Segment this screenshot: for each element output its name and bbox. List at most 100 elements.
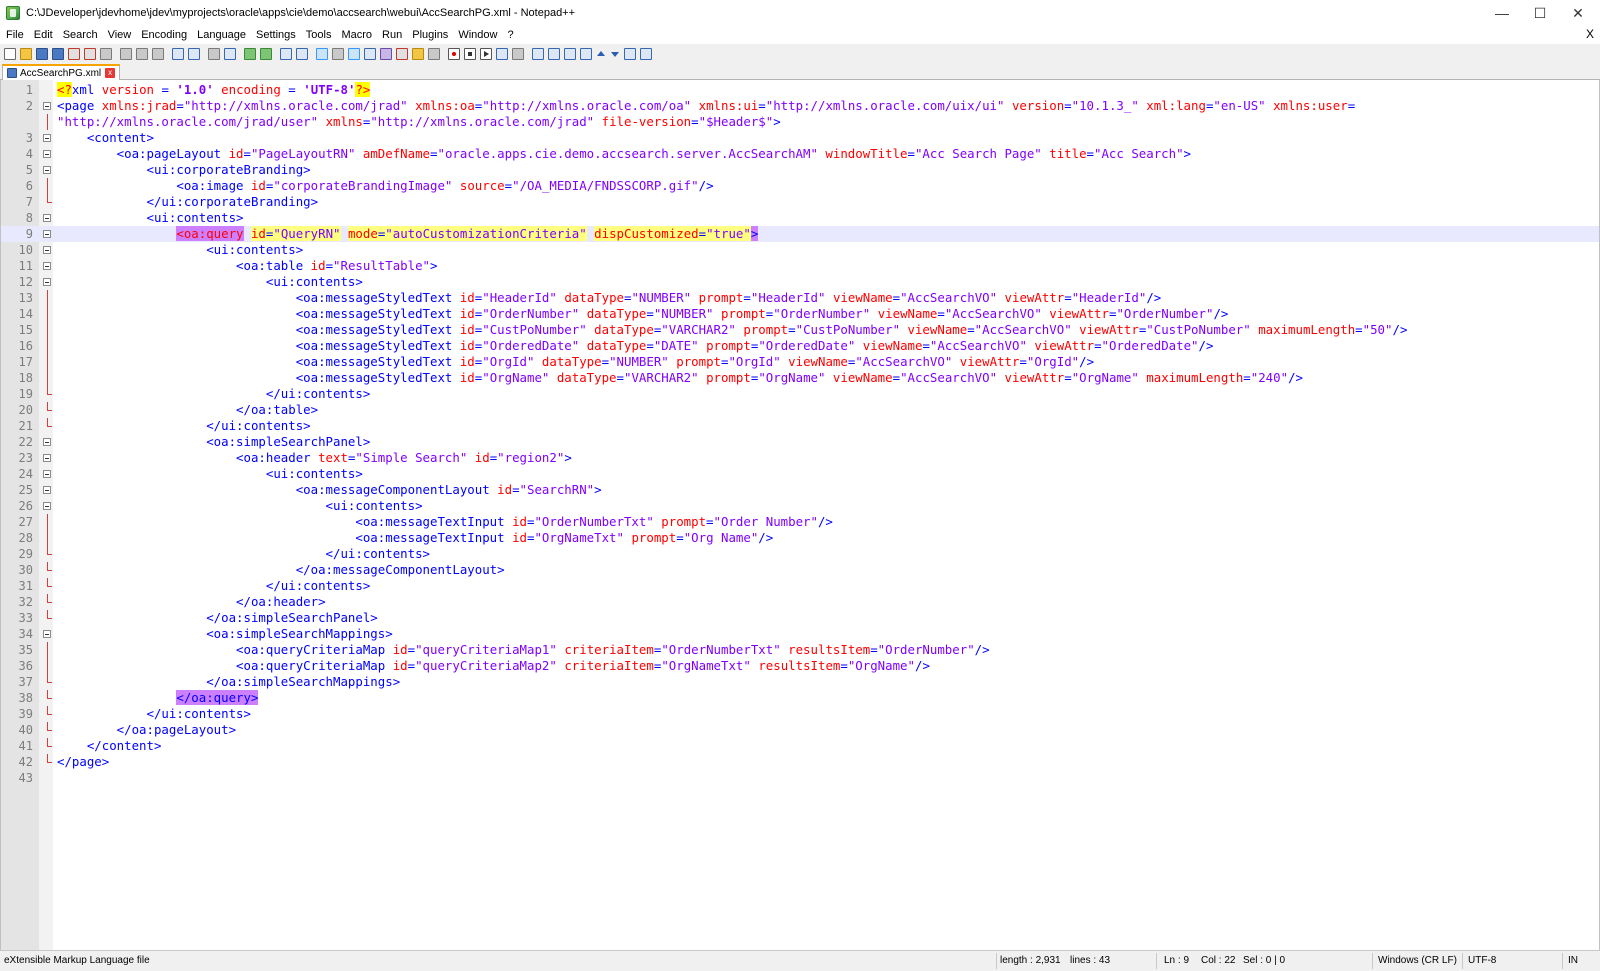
menu-file[interactable]: File	[0, 29, 29, 41]
indent-guide-icon[interactable]	[348, 48, 360, 60]
plugin-d-icon[interactable]	[580, 48, 592, 60]
plugin-f-icon[interactable]	[640, 48, 652, 60]
sync-horizontal-icon[interactable]	[296, 48, 308, 60]
zoom-out-icon[interactable]	[260, 48, 272, 60]
stop-record-icon[interactable]	[464, 48, 476, 60]
code-line[interactable]: 38 </oa:query>	[1, 690, 1599, 706]
menu-edit[interactable]: Edit	[29, 29, 58, 41]
fold-toggle-icon[interactable]	[43, 246, 51, 254]
code-line[interactable]: 6 <oa:image id = "corporateBrandingImage" …	[1, 178, 1599, 194]
code-line[interactable]: 13 <oa:messageStyledText id="HeaderId" d…	[1, 290, 1599, 306]
show-all-chars-icon[interactable]	[332, 48, 344, 60]
close-window-button[interactable]: ✕	[1555, 0, 1600, 26]
code-line[interactable]: 32 </oa:header>	[1, 594, 1599, 610]
code-line[interactable]: 22 <oa:simpleSearchPanel>	[1, 434, 1599, 450]
fold-toggle-icon[interactable]	[43, 262, 51, 270]
plugin-c-icon[interactable]	[564, 48, 576, 60]
code-line[interactable]: 27 <oa:messageTextInput id = "OrderNumberT…	[1, 514, 1599, 530]
paste-icon[interactable]	[152, 48, 164, 60]
udl-icon[interactable]	[364, 48, 376, 60]
fold-toggle-icon[interactable]	[43, 454, 51, 462]
arrow-up-icon[interactable]	[596, 48, 606, 60]
code-line[interactable]: 16 <oa:messageStyledText id="OrderedDate…	[1, 338, 1599, 354]
code-line[interactable]: 19 </ui:contents>	[1, 386, 1599, 402]
undo-icon[interactable]	[172, 48, 184, 60]
code-line[interactable]: 25 <oa:messageComponentLayout id="Search…	[1, 482, 1599, 498]
code-line[interactable]: 39 </ui:contents>	[1, 706, 1599, 722]
tab-close-icon[interactable]: x	[105, 68, 116, 78]
arrow-down-icon[interactable]	[610, 48, 620, 60]
code-line[interactable]: 41 </content>	[1, 738, 1599, 754]
code-line[interactable]: 36 <oa:queryCriteriaMap id="queryCriteri…	[1, 658, 1599, 674]
code-line[interactable]: 20 </oa:table>	[1, 402, 1599, 418]
plugin-a-icon[interactable]	[532, 48, 544, 60]
save-all-icon[interactable]	[52, 48, 64, 60]
code-line[interactable]: "http://xmlns.oracle.com/jrad/user" xmln…	[1, 114, 1599, 130]
code-line[interactable]: 43	[1, 770, 1599, 786]
fold-toggle-icon[interactable]	[43, 470, 51, 478]
code-line[interactable]: 42 </page>	[1, 754, 1599, 770]
copy-icon[interactable]	[136, 48, 148, 60]
code-line[interactable]: 5 <ui:corporateBranding>	[1, 162, 1599, 178]
code-line[interactable]: 11 <oa:table id="ResultTable">	[1, 258, 1599, 274]
code-line[interactable]: 3 <content>	[1, 130, 1599, 146]
replace-icon[interactable]	[224, 48, 236, 60]
plugin-e-icon[interactable]	[624, 48, 636, 60]
sync-vertical-icon[interactable]	[280, 48, 292, 60]
doc-map-icon[interactable]	[380, 48, 392, 60]
zoom-in-icon[interactable]	[244, 48, 256, 60]
new-icon[interactable]	[4, 48, 16, 60]
monitoring-icon[interactable]	[428, 48, 440, 60]
menu-run[interactable]: Run	[377, 29, 407, 41]
redo-icon[interactable]	[188, 48, 200, 60]
fold-toggle-icon[interactable]	[43, 486, 51, 494]
fold-toggle-icon[interactable]	[43, 278, 51, 286]
open-icon[interactable]	[20, 48, 32, 60]
word-wrap-icon[interactable]	[316, 48, 328, 60]
menu-plugins[interactable]: Plugins	[407, 29, 453, 41]
cut-icon[interactable]	[120, 48, 132, 60]
close-icon[interactable]	[68, 48, 80, 60]
close-all-icon[interactable]	[84, 48, 96, 60]
code-line[interactable]: 9 <oa:query id="QueryRN" mode="autoCusto…	[1, 226, 1599, 242]
record-macro-icon[interactable]	[448, 48, 460, 60]
code-line[interactable]: 18 <oa:messageStyledText id="OrgName" da…	[1, 370, 1599, 386]
code-line[interactable]: 17 <oa:messageStyledText id="OrgId" data…	[1, 354, 1599, 370]
menu-search[interactable]: Search	[58, 29, 103, 41]
fold-toggle-icon[interactable]	[43, 630, 51, 638]
menu-macro[interactable]: Macro	[336, 29, 377, 41]
code-line[interactable]: 24 <ui:contents>	[1, 466, 1599, 482]
find-icon[interactable]	[208, 48, 220, 60]
code-line[interactable]: 8 <ui:contents>	[1, 210, 1599, 226]
code-line[interactable]: 40 </oa:pageLayout>	[1, 722, 1599, 738]
code-line[interactable]: 12 <ui:contents>	[1, 274, 1599, 290]
fold-toggle-icon[interactable]	[43, 230, 51, 238]
code-line[interactable]: 2 <page xmlns:jrad="http://xmlns.oracle.c…	[1, 98, 1599, 114]
code-editor[interactable]: 1 <?xml version = '1.0' encoding = 'UTF-8…	[0, 80, 1600, 950]
menu-view[interactable]: View	[103, 29, 137, 41]
code-line[interactable]: 34 <oa:simpleSearchMappings>	[1, 626, 1599, 642]
code-line[interactable]: 31 </ui:contents>	[1, 578, 1599, 594]
menu-window[interactable]: Window	[453, 29, 502, 41]
close-document-button[interactable]: X	[1586, 27, 1594, 41]
code-line[interactable]: 33 </oa:simpleSearchPanel>	[1, 610, 1599, 626]
fold-toggle-icon[interactable]	[43, 502, 51, 510]
menu-encoding[interactable]: Encoding	[136, 29, 192, 41]
fold-toggle-icon[interactable]	[43, 150, 51, 158]
run-macro-multiple-icon[interactable]	[496, 48, 508, 60]
code-line[interactable]: 1 <?xml version = '1.0' encoding = 'UTF-8…	[1, 82, 1599, 98]
plugin-b-icon[interactable]	[548, 48, 560, 60]
menu-help[interactable]: ?	[502, 29, 518, 41]
code-line[interactable]: 10 <ui:contents>	[1, 242, 1599, 258]
code-line[interactable]: 26 <ui:contents>	[1, 498, 1599, 514]
fold-toggle-icon[interactable]	[43, 214, 51, 222]
code-line[interactable]: 28 <oa:messageTextInput id = "OrgNameTxt" …	[1, 530, 1599, 546]
fold-toggle-icon[interactable]	[43, 102, 51, 110]
code-line[interactable]: 29 </ui:contents>	[1, 546, 1599, 562]
folder-workspace-icon[interactable]	[412, 48, 424, 60]
code-line[interactable]: 35 <oa:queryCriteriaMap id="queryCriteri…	[1, 642, 1599, 658]
fold-toggle-icon[interactable]	[43, 438, 51, 446]
code-line[interactable]: 37 </oa:simpleSearchMappings>	[1, 674, 1599, 690]
menu-settings[interactable]: Settings	[251, 29, 301, 41]
save-icon[interactable]	[36, 48, 48, 60]
